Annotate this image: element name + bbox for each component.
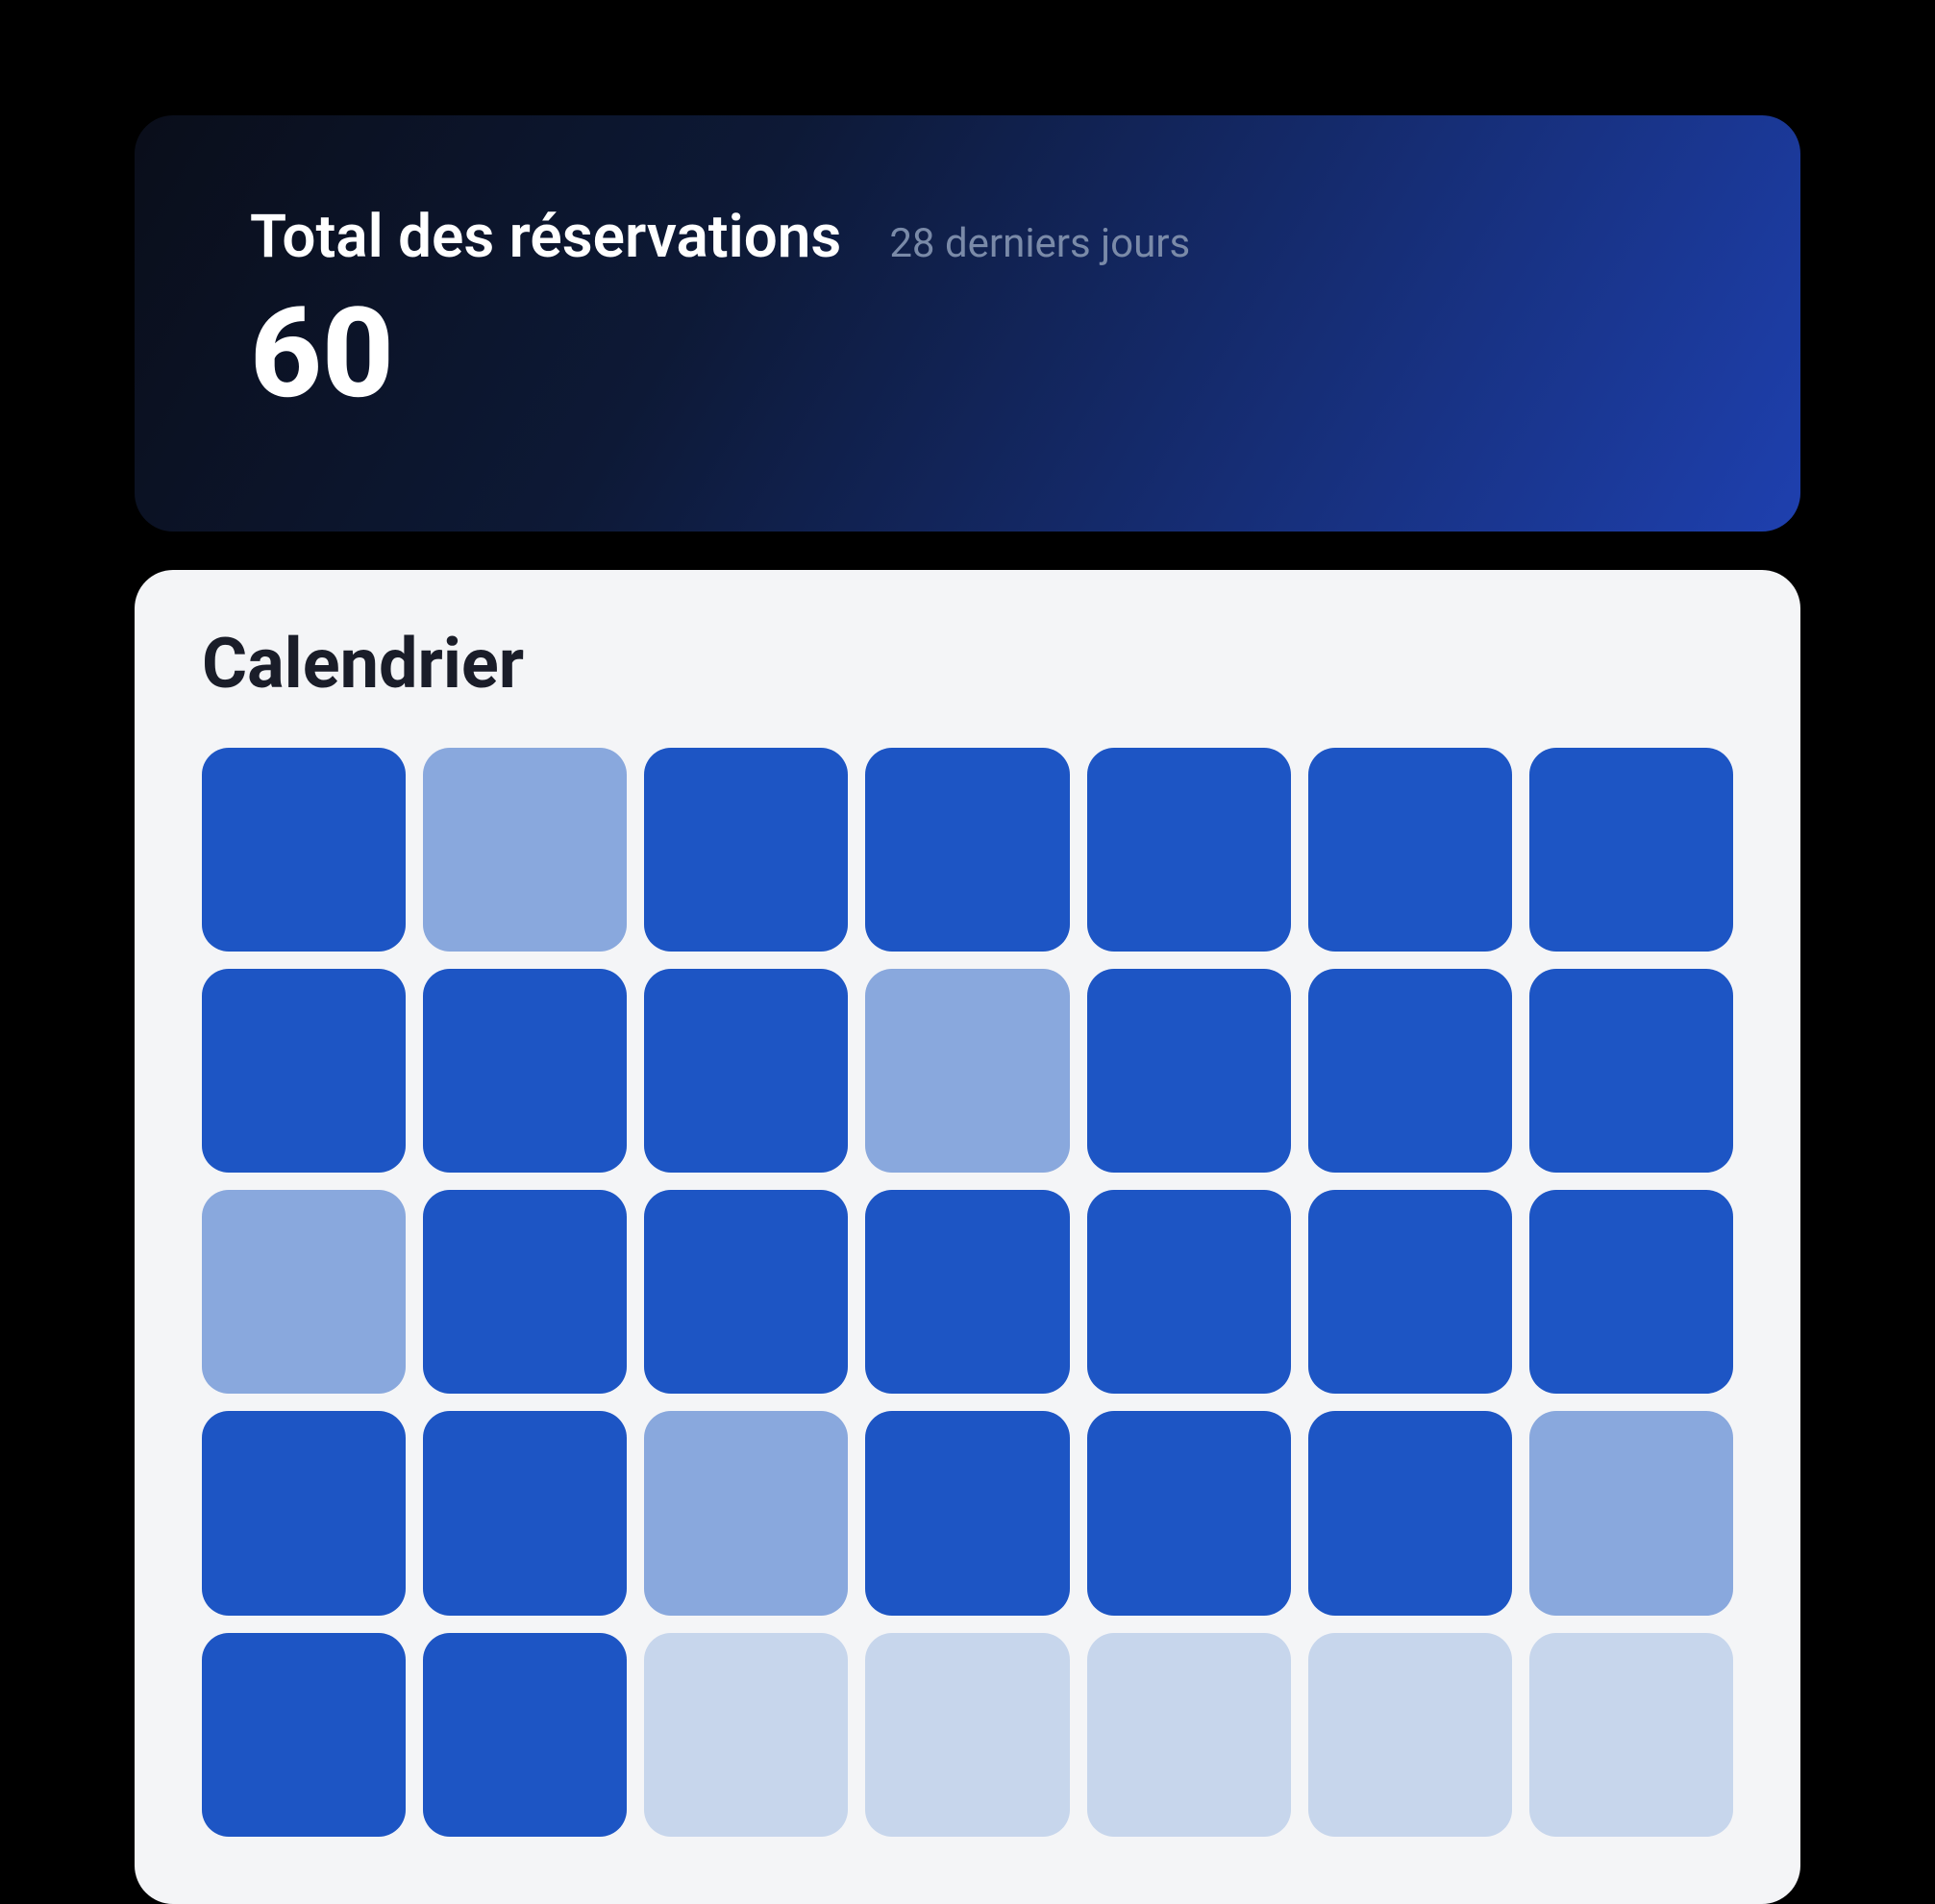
stat-card: Total des réservations 28 derniers jours… — [135, 115, 1800, 532]
calendar-day-cell[interactable] — [202, 748, 406, 952]
calendar-card: Calendrier — [135, 570, 1800, 1904]
calendar-day-cell[interactable] — [865, 1411, 1069, 1615]
calendar-day-cell[interactable] — [423, 969, 627, 1173]
calendar-day-cell[interactable] — [423, 1411, 627, 1615]
calendar-day-cell[interactable] — [202, 1411, 406, 1615]
calendar-day-cell[interactable] — [1087, 1411, 1291, 1615]
calendar-day-cell[interactable] — [865, 1190, 1069, 1394]
calendar-day-cell[interactable] — [1308, 1411, 1512, 1615]
calendar-day-cell[interactable] — [865, 1633, 1069, 1837]
calendar-day-cell[interactable] — [1529, 748, 1733, 952]
calendar-day-cell[interactable] — [1308, 969, 1512, 1173]
calendar-day-cell[interactable] — [202, 969, 406, 1173]
calendar-day-cell[interactable] — [423, 1633, 627, 1837]
calendar-day-cell[interactable] — [1087, 1633, 1291, 1837]
calendar-day-cell[interactable] — [423, 1190, 627, 1394]
calendar-day-cell[interactable] — [644, 969, 848, 1173]
stat-value: 60 — [250, 291, 1685, 416]
stat-title: Total des réservations — [250, 202, 841, 272]
calendar-day-cell[interactable] — [1308, 1633, 1512, 1837]
calendar-day-cell[interactable] — [644, 748, 848, 952]
stat-header: Total des réservations 28 derniers jours — [250, 202, 1685, 272]
calendar-day-cell[interactable] — [423, 748, 627, 952]
calendar-day-cell[interactable] — [1529, 1411, 1733, 1615]
calendar-day-cell[interactable] — [1308, 748, 1512, 952]
calendar-day-cell[interactable] — [865, 748, 1069, 952]
calendar-day-cell[interactable] — [1529, 1633, 1733, 1837]
calendar-title: Calendrier — [202, 623, 1733, 705]
calendar-day-cell[interactable] — [1087, 1190, 1291, 1394]
calendar-day-cell[interactable] — [644, 1633, 848, 1837]
calendar-day-cell[interactable] — [644, 1411, 848, 1615]
calendar-day-cell[interactable] — [1087, 969, 1291, 1173]
calendar-day-cell[interactable] — [202, 1633, 406, 1837]
calendar-day-cell[interactable] — [1529, 1190, 1733, 1394]
stat-subtitle: 28 derniers jours — [889, 220, 1190, 267]
calendar-day-cell[interactable] — [644, 1190, 848, 1394]
calendar-day-cell[interactable] — [865, 969, 1069, 1173]
calendar-day-cell[interactable] — [1087, 748, 1291, 952]
calendar-day-cell[interactable] — [1529, 969, 1733, 1173]
calendar-grid — [202, 748, 1733, 1837]
calendar-day-cell[interactable] — [202, 1190, 406, 1394]
calendar-day-cell[interactable] — [1308, 1190, 1512, 1394]
